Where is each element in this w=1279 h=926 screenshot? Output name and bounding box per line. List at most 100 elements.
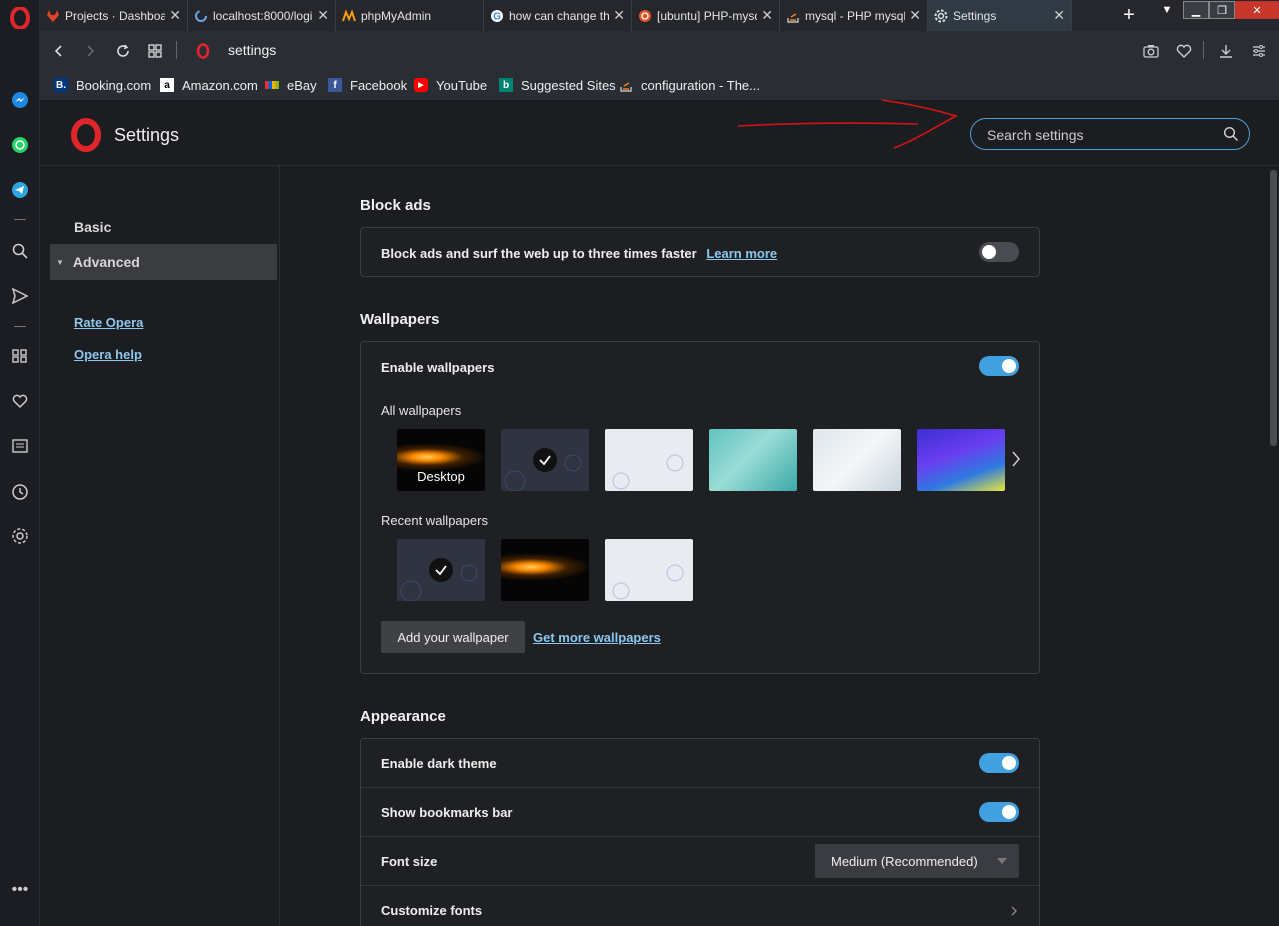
forward-button[interactable] (79, 40, 101, 62)
new-tab-button[interactable]: + (1114, 0, 1144, 31)
search-settings-box[interactable] (970, 118, 1250, 150)
tab-title: localhost:8000/login (213, 8, 314, 23)
page-title: Settings (114, 125, 180, 145)
bookmark-youtube[interactable]: ▶ YouTube (414, 76, 487, 94)
download-icon[interactable] (1215, 40, 1237, 62)
url-field[interactable]: settings (228, 42, 276, 58)
close-icon[interactable]: ✕ (169, 7, 181, 24)
enable-wallpapers-toggle[interactable] (979, 356, 1019, 376)
bookmark-label: Amazon.com (182, 77, 258, 93)
tab-menu-icon[interactable]: ▼ (1151, 1, 1183, 19)
chevron-right-icon[interactable] (1011, 904, 1017, 919)
telegram-icon[interactable] (8, 178, 32, 202)
customize-fonts-label[interactable]: Customize fonts (381, 903, 482, 918)
font-size-label: Font size (381, 854, 438, 869)
tab-google[interactable]: G how can change the font ✕ (484, 0, 632, 31)
close-window-button[interactable]: ✕ (1235, 1, 1279, 19)
tab-projects[interactable]: Projects · Dashboard ✕ (40, 0, 188, 31)
search-icon[interactable] (1223, 126, 1239, 145)
wallpaper-dark-circles[interactable] (501, 429, 589, 491)
bookmark-suggested-sites[interactable]: b Suggested Sites (499, 76, 616, 94)
gitlab-icon (46, 9, 60, 23)
wallpaper-colorful[interactable] (917, 429, 1005, 491)
whatsapp-icon[interactable] (8, 133, 32, 157)
scrollbar[interactable] (1268, 166, 1279, 926)
tabs-grid-icon[interactable] (144, 40, 166, 62)
recent-wallpaper-light-circles[interactable] (605, 539, 693, 601)
settings-main: Block ads Block ads and surf the web up … (280, 166, 1270, 926)
bookmark-booking[interactable]: B. Booking.com (54, 76, 151, 94)
history-icon[interactable] (8, 480, 32, 504)
more-icon[interactable]: ••• (8, 878, 32, 902)
bookmark-ebay[interactable]: eBay (265, 76, 317, 94)
search-icon[interactable] (8, 239, 32, 263)
bookmarks-bar-toggle[interactable] (979, 802, 1019, 822)
toggle-knob (1002, 359, 1016, 373)
tab-stackoverflow[interactable]: mysql - PHP mysql ✕ (780, 0, 928, 31)
maximize-button[interactable]: ❐ (1209, 1, 1235, 19)
ubuntu-icon (638, 9, 652, 23)
bookmark-facebook[interactable]: f Facebook (328, 76, 407, 94)
learn-more-link[interactable]: Learn more (706, 246, 777, 261)
close-icon[interactable]: ✕ (909, 7, 921, 24)
block-ads-row: Block ads and surf the web up to three t… (381, 246, 777, 261)
close-icon[interactable]: ✕ (613, 7, 625, 24)
back-button[interactable] (48, 40, 70, 62)
easy-setup-icon[interactable] (1248, 40, 1270, 62)
speed-dial-icon[interactable] (8, 344, 32, 368)
tab-title: Projects · Dashboard (65, 8, 165, 23)
messenger-icon[interactable] (8, 88, 32, 112)
tab-ubuntu[interactable]: [ubuntu] PHP-mysql ✕ (632, 0, 780, 31)
tab-settings[interactable]: Settings ✕ (928, 0, 1072, 31)
section-title-wallpapers: Wallpapers (360, 311, 440, 328)
sidebar-divider (14, 326, 26, 327)
nav-basic[interactable]: Basic (50, 209, 277, 245)
close-icon[interactable]: ✕ (317, 7, 329, 24)
bookmark-amazon[interactable]: a Amazon.com (160, 76, 258, 94)
settings-gear-icon[interactable] (8, 524, 32, 548)
wallpaper-desktop[interactable]: Desktop (397, 429, 485, 491)
send-icon[interactable] (8, 284, 32, 308)
get-more-wallpapers-link[interactable]: Get more wallpapers (533, 630, 661, 645)
heart-icon[interactable] (1173, 40, 1195, 62)
scrollbar-thumb[interactable] (1270, 170, 1277, 446)
tab-title: mysql - PHP mysql (805, 8, 906, 23)
stackoverflow-icon (619, 78, 633, 92)
opera-menu-icon[interactable] (8, 6, 32, 30)
recent-wallpaper-desktop[interactable] (501, 539, 589, 601)
reload-button[interactable] (112, 40, 134, 62)
row-divider (361, 787, 1039, 788)
dark-theme-toggle[interactable] (979, 753, 1019, 773)
font-size-select[interactable]: Medium (Recommended) (815, 844, 1019, 878)
bookmark-configuration[interactable]: configuration - The... (619, 76, 760, 94)
heart-icon[interactable] (8, 389, 32, 413)
chevron-right-icon[interactable] (1011, 450, 1021, 471)
add-wallpaper-button[interactable]: Add your wallpaper (381, 621, 525, 653)
dark-theme-label: Enable dark theme (381, 756, 497, 771)
wallpaper-polygons[interactable] (813, 429, 901, 491)
camera-icon[interactable] (1140, 40, 1162, 62)
tab-phpmyadmin[interactable]: phpMyAdmin (336, 0, 484, 31)
address-bar: settings (40, 31, 1279, 69)
recent-wallpaper-dark-circles[interactable] (397, 539, 485, 601)
wallpaper-teal[interactable] (709, 429, 797, 491)
bookmark-label: Suggested Sites (521, 77, 616, 93)
search-input[interactable] (987, 125, 1217, 145)
tab-localhost[interactable]: localhost:8000/login ✕ (188, 0, 336, 31)
close-icon[interactable]: ✕ (761, 7, 773, 24)
block-ads-toggle[interactable] (979, 242, 1019, 262)
bookmark-label: eBay (287, 77, 317, 93)
wallpaper-light-circles[interactable] (605, 429, 693, 491)
dropdown-caret-icon (997, 858, 1007, 864)
minimize-button[interactable]: ▁ (1183, 1, 1209, 19)
rate-opera-link[interactable]: Rate Opera (74, 315, 143, 330)
section-title-appearance: Appearance (360, 708, 446, 725)
toggle-knob (1002, 805, 1016, 819)
nav-advanced[interactable]: ▼ Advanced (50, 244, 277, 280)
bookmarks-bar-label: Show bookmarks bar (381, 805, 513, 820)
caret-down-icon: ▼ (56, 257, 64, 267)
close-icon[interactable]: ✕ (1053, 7, 1065, 24)
news-icon[interactable] (8, 434, 32, 458)
row-divider (361, 885, 1039, 886)
opera-help-link[interactable]: Opera help (74, 347, 142, 362)
